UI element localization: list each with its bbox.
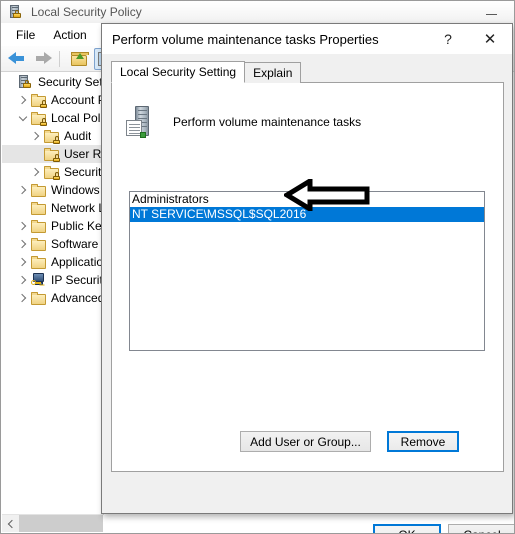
tree-item-6[interactable]: Windows [2,181,103,199]
local-security-policy-window: Local Security Policy File Action View [0,0,515,534]
chevron-right-icon[interactable] [15,253,31,271]
help-button[interactable]: ? [428,24,468,54]
tree-item-label: Application [51,255,103,269]
assigned-users-listbox[interactable]: Administrators NT SERVICE\MSSQL$SQL2016 [129,191,485,351]
tree-item-label: Audit [64,129,92,143]
twisty-placeholder [2,73,18,91]
dialog-title: Perform volume maintenance tasks Propert… [112,31,379,47]
tree-item-label: Network L [51,201,103,215]
list-item[interactable]: NT SERVICE\MSSQL$SQL2016 [130,207,484,222]
chevron-right-icon[interactable] [15,217,31,235]
up-one-level-button[interactable] [67,48,91,70]
dialog-tabstrip: Local Security Setting Explain [111,61,504,83]
tree-horizontal-scrollbar[interactable] [2,514,103,532]
twisty-placeholder [28,145,44,163]
security-policy-icon [8,4,24,20]
dialog-titlebar: Perform volume maintenance tasks Propert… [102,24,512,54]
toolbar-separator [59,50,60,67]
tree-item-2[interactable]: Local Poli [2,109,103,127]
tree-item-label: Public Key [51,219,103,233]
chevron-right-icon[interactable] [15,289,31,307]
folder-lock-icon [31,110,47,126]
console-tree[interactable]: Security SettinAccount PLocal PoliAudit … [2,73,104,515]
tree-item-3[interactable]: Audit [2,127,103,145]
tree-item-label: User R [64,147,102,161]
folder-lock-icon [31,92,47,108]
folder-icon [31,182,47,198]
policy-name: Perform volume maintenance tasks [173,115,362,129]
window-titlebar: Local Security Policy [1,1,514,23]
folder-lock-icon [44,146,60,162]
menu-file[interactable]: File [7,26,44,44]
folder-icon [31,290,47,306]
minimize-button[interactable] [469,1,514,23]
folder-icon [31,236,47,252]
ok-button[interactable]: OK [373,524,441,533]
cancel-button[interactable]: Cancel [448,524,514,533]
folder-icon [31,218,47,234]
folder-icon [31,254,47,270]
tree-item-8[interactable]: Public Key [2,217,103,235]
security-policy-icon [18,74,34,90]
tree-item-0[interactable]: Security Settin [2,73,103,91]
tree-item-label: IP Security [51,273,103,287]
chevron-right-icon[interactable] [28,127,44,145]
tree-item-11[interactable]: IP Security [2,271,103,289]
dialog-window-controls: ? ✕ [428,24,512,54]
ip-security-icon [31,272,47,288]
chevron-right-icon[interactable] [15,181,31,199]
twisty-placeholder [15,199,31,217]
chevron-right-icon[interactable] [15,271,31,289]
chevron-down-icon[interactable] [15,109,31,127]
tree-item-9[interactable]: Software R [2,235,103,253]
chevron-right-icon[interactable] [28,163,44,181]
tree-item-12[interactable]: Advanced [2,289,103,307]
folder-up-icon [71,51,89,66]
minimize-icon [486,14,497,15]
close-button[interactable]: ✕ [468,24,512,54]
menu-action[interactable]: Action [44,26,95,44]
remove-button[interactable]: Remove [387,431,459,452]
scroll-left-button[interactable] [2,515,19,532]
tree-item-label: Advanced [51,291,103,305]
window-controls [469,1,514,23]
folder-lock-icon [44,164,60,180]
tree-item-label: Windows [51,183,100,197]
right-arrow-icon [35,52,52,65]
policy-header: Perform volume maintenance tasks [123,104,361,140]
tree-item-5[interactable]: Securit [2,163,103,181]
left-arrow-icon [7,52,25,65]
tab-explain[interactable]: Explain [244,62,302,83]
add-user-or-group-button[interactable]: Add User or Group... [240,431,371,452]
tree-item-7[interactable]: Network L [2,199,103,217]
policy-server-icon [123,104,159,140]
tree-item-1[interactable]: Account P [2,91,103,109]
folder-lock-icon [44,128,60,144]
forward-button[interactable] [31,48,55,70]
tree-item-label: Security Settin [38,75,103,89]
scrollbar-thumb[interactable] [19,515,103,532]
window-title: Local Security Policy [31,5,142,19]
folder-icon [31,200,47,216]
chevron-right-icon[interactable] [15,235,31,253]
list-item[interactable]: Administrators [130,192,484,207]
tab-local-security-setting[interactable]: Local Security Setting [111,61,246,83]
tree-item-4[interactable]: User R [2,145,103,163]
tree-item-label: Account P [51,93,103,107]
tree-item-label: Securit [64,165,102,179]
local-security-setting-panel: Perform volume maintenance tasks Adminis… [111,82,504,472]
tree-item-10[interactable]: Application [2,253,103,271]
tree-item-label: Software R [51,237,103,251]
properties-dialog: Perform volume maintenance tasks Propert… [101,23,514,533]
chevron-right-icon[interactable] [15,91,31,109]
chevron-left-icon [7,519,16,528]
tree-item-label: Local Poli [51,111,103,125]
back-button[interactable] [4,48,28,70]
